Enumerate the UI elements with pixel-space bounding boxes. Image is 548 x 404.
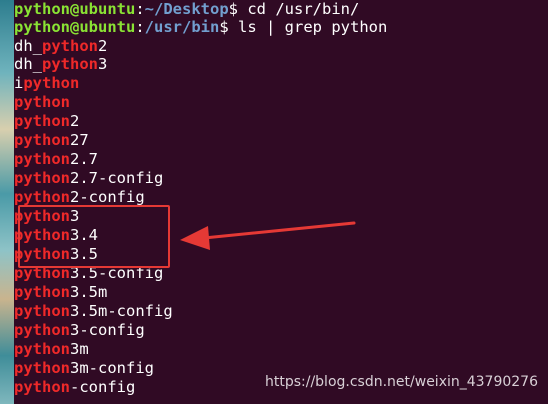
desktop-wallpaper-strip: [0, 0, 14, 404]
terminal-window[interactable]: python@ubuntu:~/Desktop$ cd /usr/bin/ py…: [14, 0, 548, 404]
annotation-arrow: [180, 221, 356, 250]
watermark-text: https://blog.csdn.net/weixin_43790276: [264, 374, 538, 390]
